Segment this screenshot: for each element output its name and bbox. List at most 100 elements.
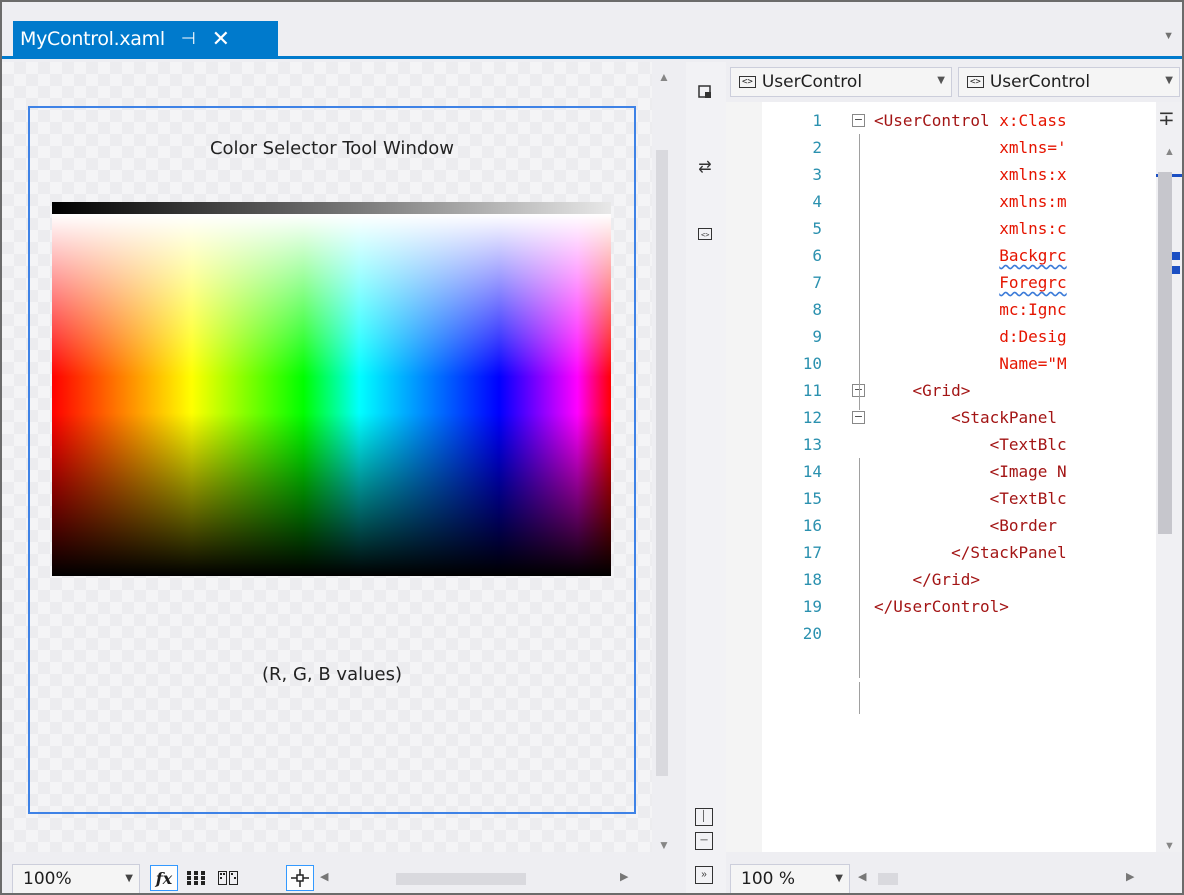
code-line[interactable]: 7 Foregrc	[726, 269, 1156, 296]
scroll-right-icon[interactable]: ▶	[620, 870, 628, 883]
chevron-down-icon: ▼	[125, 873, 133, 884]
code-line[interactable]: 16 <Border	[726, 512, 1156, 539]
code-line[interactable]: 19 </UserControl>	[726, 593, 1156, 620]
collapse-pane-icon[interactable]	[695, 84, 715, 104]
design-surface[interactable]: Color Selector Tool Window (R, G, B valu…	[28, 106, 636, 814]
scroll-left-icon[interactable]: ◀	[858, 870, 866, 883]
type-dropdown-value: UserControl	[761, 72, 863, 92]
xaml-tag-icon: <>	[967, 76, 984, 88]
collapse-region-icon[interactable]: −	[852, 411, 865, 424]
code-line[interactable]: 4 xmlns:m	[726, 188, 1156, 215]
code-text: <UserControl x:Class	[874, 107, 1067, 134]
scroll-down-icon[interactable]: ▼	[658, 838, 670, 852]
change-marker	[1172, 252, 1180, 260]
xaml-code-editor[interactable]: 1− <UserControl x:Class 2 xmlns=' 3 xmlns:x…	[726, 102, 1156, 852]
designer-horizontal-scrollbar[interactable]: ◀ ▶	[320, 870, 636, 888]
pin-icon[interactable]: ⊣	[181, 29, 196, 49]
code-line[interactable]: 2 xmlns='	[726, 134, 1156, 161]
code-token: xmlns:c	[999, 219, 1067, 238]
code-token: mc:Ignc	[999, 300, 1067, 319]
tab-dropdown-icon[interactable]: ▼	[1163, 30, 1174, 42]
xaml-tag-icon: <>	[739, 76, 756, 88]
code-line[interactable]: 9 d:Desig	[726, 323, 1156, 350]
snap-lines-icon[interactable]	[286, 865, 314, 891]
code-text: xmlns='	[874, 134, 1066, 161]
fold-guide	[859, 682, 860, 714]
code-text: xmlns:x	[874, 161, 1067, 188]
code-line[interactable]: 11− <Grid>	[726, 377, 1156, 404]
scroll-up-icon[interactable]: ▲	[658, 70, 670, 84]
code-token: x:Class	[999, 111, 1067, 130]
code-line[interactable]: 17 </StackPanel	[726, 539, 1156, 566]
code-text: <Grid>	[874, 377, 971, 404]
code-line[interactable]: 10 Name="M	[726, 350, 1156, 377]
code-line[interactable]: 18 </Grid>	[726, 566, 1156, 593]
line-number: 6	[812, 246, 822, 265]
scroll-up-icon[interactable]: ▲	[1164, 146, 1175, 158]
scrollbar-thumb[interactable]	[878, 873, 898, 885]
tab-title: MyControl.xaml	[20, 28, 165, 50]
code-line[interactable]: 14 <Image N	[726, 458, 1156, 485]
grid-icon[interactable]	[182, 865, 210, 891]
scroll-right-icon[interactable]: ▶	[1126, 870, 1134, 883]
code-token: Foregrc	[999, 273, 1067, 292]
code-token: xmlns:m	[999, 192, 1067, 211]
chevron-down-icon: ▼	[1165, 75, 1173, 86]
code-text: mc:Ignc	[874, 296, 1067, 323]
scrollbar-thumb[interactable]	[1158, 172, 1172, 534]
effects-toggle-button[interactable]: fx	[150, 865, 178, 891]
scroll-down-icon[interactable]: ▼	[1164, 840, 1175, 852]
fold-guide	[859, 458, 860, 678]
code-line[interactable]: 3 xmlns:x	[726, 161, 1156, 188]
code-line[interactable]: 5 xmlns:c	[726, 215, 1156, 242]
type-dropdown[interactable]: <> UserControl ▼	[730, 67, 952, 97]
line-number: 19	[802, 597, 822, 616]
code-line[interactable]: 6 Backgrc	[726, 242, 1156, 269]
zoom-value: 100%	[23, 869, 72, 889]
swap-panes-icon[interactable]: ⇄	[695, 158, 715, 178]
split-window-icon[interactable]: ∓	[1158, 106, 1175, 131]
code-line[interactable]: 1 − <UserControl x:Class	[726, 107, 1156, 134]
code-line[interactable]: 8 mc:Ignc	[726, 296, 1156, 323]
vertical-split-icon[interactable]: │	[695, 808, 713, 826]
member-dropdown[interactable]: <> UserControl ▼	[958, 67, 1180, 97]
horizontal-split-icon[interactable]: ─	[695, 832, 713, 850]
color-spectrum-image	[52, 214, 611, 576]
code-token: </UserControl>	[874, 597, 1009, 616]
tab-mycontrol-xaml[interactable]: MyControl.xaml ⊣ ✕	[13, 21, 278, 57]
designer-zoom-dropdown[interactable]: 100% ▼	[12, 864, 140, 893]
code-token: </StackPanel	[951, 543, 1067, 562]
scrollbar-thumb[interactable]	[396, 873, 526, 885]
code-line[interactable]: 20	[726, 620, 1156, 647]
line-number: 18	[802, 570, 822, 589]
designer-vertical-scrollbar[interactable]: ▲ ▼	[652, 62, 686, 852]
line-number: 12	[802, 408, 822, 427]
collapse-region-icon[interactable]: −	[852, 114, 865, 127]
snap-grid-icon[interactable]	[214, 865, 242, 891]
editor-vertical-scrollbar[interactable]: ∓ ▲ ▼	[1156, 102, 1182, 852]
code-text: Foregrc	[874, 269, 1067, 296]
code-text: xmlns:c	[874, 215, 1067, 242]
line-number: 16	[802, 516, 822, 535]
code-line[interactable]: 12 − <StackPanel	[726, 404, 1156, 431]
expand-pane-icon[interactable]: »	[695, 866, 713, 884]
editor-horizontal-scrollbar[interactable]: ◀ ▶	[858, 870, 1158, 888]
code-token: <TextBlc	[989, 489, 1067, 508]
line-number: 2	[812, 138, 822, 157]
editor-zoom-dropdown[interactable]: 100 % ▼	[730, 864, 850, 893]
code-line[interactable]: 15 <TextBlc	[726, 485, 1156, 512]
code-line[interactable]: 13 <TextBlc	[726, 431, 1156, 458]
code-token: <Image N	[989, 462, 1067, 481]
line-number: 13	[802, 435, 822, 454]
code-text: <Image N	[874, 458, 1067, 485]
close-icon[interactable]: ✕	[212, 28, 230, 50]
scrollbar-thumb[interactable]	[656, 150, 668, 776]
xaml-editor-window: MyControl.xaml ⊣ ✕ ▼ Color Selector Tool…	[0, 0, 1184, 895]
scroll-left-icon[interactable]: ◀	[320, 870, 328, 883]
xaml-tag-icon[interactable]: <>	[695, 226, 715, 246]
code-token: xmlns:x	[999, 165, 1067, 184]
